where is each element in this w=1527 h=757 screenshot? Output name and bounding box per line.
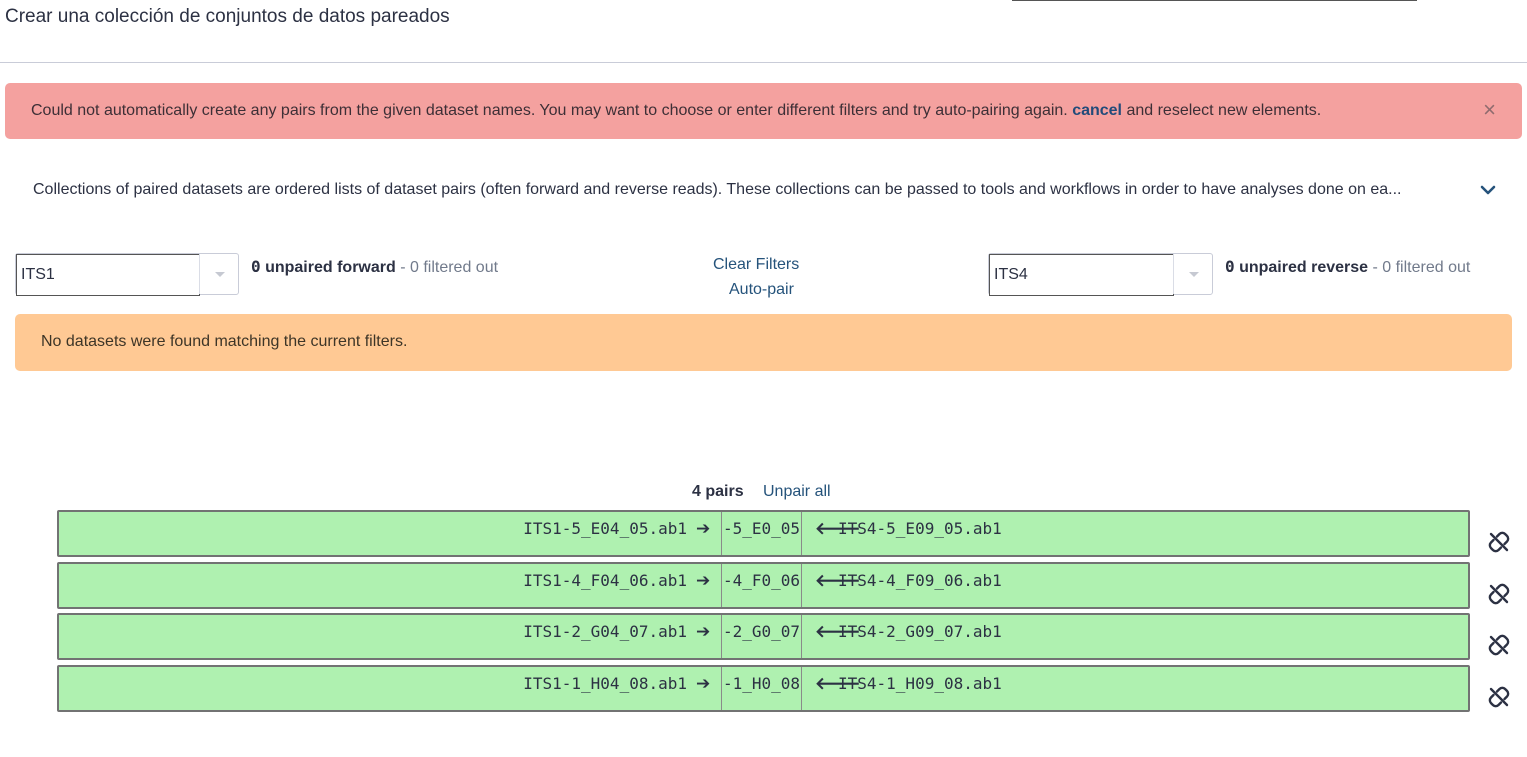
reverse-filtered-text: - 0 filtered out	[1368, 259, 1471, 276]
arrow-right-icon: ➔	[696, 622, 711, 641]
error-alert-message: Could not automatically create any pairs…	[31, 102, 1321, 120]
error-alert-text-after: and reselect new elements.	[1122, 102, 1322, 119]
help-text: Collections of paired datasets are order…	[33, 181, 1402, 198]
paired-dataset-row[interactable]: ITS1-5_E04_05.ab1 ➔ -5_E0_05 🡐 ITS4-5_E09_05…	[57, 510, 1470, 557]
cancel-link[interactable]: cancel	[1072, 102, 1122, 119]
reverse-unpaired-count: 0	[1225, 257, 1235, 276]
pair-name[interactable]: -5_E0_05	[721, 512, 802, 555]
paired-dataset-row[interactable]: ITS1-1_H04_08.ab1 ➔ -1_H0_08 🡐 ITS4-1_H09_08…	[57, 665, 1470, 712]
forward-dataset-name: ITS1-4_F04_06.ab1	[523, 571, 687, 590]
reverse-status: 0 unpaired reverse - 0 filtered out	[1225, 257, 1470, 277]
chevron-down-icon[interactable]	[1478, 180, 1498, 200]
top-divider	[1012, 0, 1417, 1]
forward-dataset-name: ITS1-1_H04_08.ab1	[523, 674, 687, 693]
error-alert: Could not automatically create any pairs…	[5, 83, 1522, 139]
error-alert-text: Could not automatically create any pairs…	[31, 102, 1073, 119]
clear-filters-link[interactable]: Clear Filters	[713, 256, 799, 274]
forward-unpaired-count: 0	[251, 257, 261, 276]
arrow-right-icon: ➔	[696, 519, 711, 538]
unlink-icon[interactable]	[1488, 634, 1510, 656]
unpair-all-link[interactable]: Unpair all	[763, 483, 831, 501]
reverse-dataset-name: ITS4-4_F09_06.ab1	[838, 571, 1002, 590]
forward-filter-dropdown-icon[interactable]	[199, 254, 240, 294]
reverse-filter-input[interactable]: ITS4	[989, 254, 1174, 296]
pair-name[interactable]: -4_F0_06	[721, 564, 802, 607]
no-datasets-alert: No datasets were found matching the curr…	[15, 314, 1512, 371]
forward-filter-select[interactable]: ITS1	[15, 253, 240, 296]
unlink-icon[interactable]	[1488, 686, 1510, 708]
reverse-dataset-name: ITS4-1_H09_08.ab1	[838, 674, 1002, 693]
forward-dataset-name: ITS1-2_G04_07.ab1	[523, 622, 687, 641]
auto-pair-link[interactable]: Auto-pair	[729, 281, 794, 299]
reverse-unpaired-label: unpaired reverse	[1234, 259, 1369, 276]
forward-filter-input[interactable]: ITS1	[16, 254, 200, 296]
forward-filtered-text: - 0 filtered out	[395, 259, 499, 276]
header-divider	[0, 62, 1527, 63]
reverse-filter-select[interactable]: ITS4	[988, 253, 1214, 296]
forward-status: 0 unpaired forward - 0 filtered out	[251, 257, 498, 277]
no-datasets-message: No datasets were found matching the curr…	[41, 333, 408, 350]
pair-name[interactable]: -1_H0_08	[721, 667, 802, 710]
forward-unpaired-label: unpaired forward	[260, 259, 396, 276]
reverse-dataset-name: ITS4-5_E09_05.ab1	[838, 519, 1002, 538]
close-icon[interactable]: ×	[1483, 99, 1496, 121]
pair-name[interactable]: -2_G0_07	[721, 615, 802, 658]
paired-dataset-row[interactable]: ITS1-2_G04_07.ab1 ➔ -2_G0_07 🡐 ITS4-2_G09_07…	[57, 613, 1470, 660]
paired-dataset-row[interactable]: ITS1-4_F04_06.ab1 ➔ -4_F0_06 🡐 ITS4-4_F09_06…	[57, 562, 1470, 609]
pairs-count: 4 pairs	[692, 483, 744, 500]
arrow-right-icon: ➔	[696, 571, 711, 590]
unlink-icon[interactable]	[1488, 531, 1510, 553]
page-title: Crear una colección de conjuntos de dato…	[5, 6, 450, 27]
reverse-dataset-name: ITS4-2_G09_07.ab1	[838, 622, 1002, 641]
arrow-right-icon: ➔	[696, 674, 711, 693]
reverse-filter-dropdown-icon[interactable]	[1173, 254, 1214, 294]
unlink-icon[interactable]	[1488, 583, 1510, 605]
forward-dataset-name: ITS1-5_E04_05.ab1	[523, 519, 687, 538]
